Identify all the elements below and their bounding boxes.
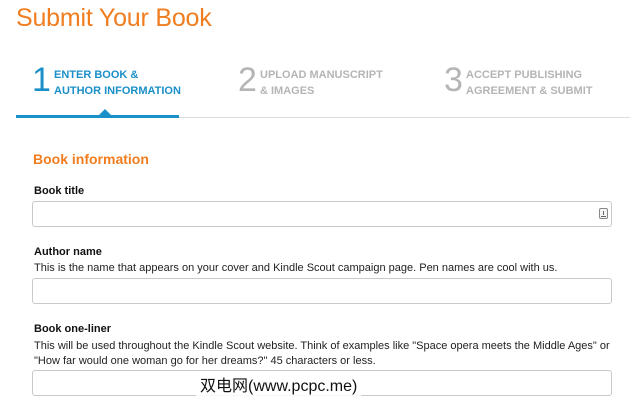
- step-label-line2: & IMAGES: [260, 85, 315, 97]
- step-number: 3: [444, 61, 463, 99]
- step-label-line1: ACCEPT PUBLISHING: [466, 69, 583, 81]
- step-number: 2: [238, 61, 257, 99]
- step-label: ENTER BOOK & AUTHOR INFORMATION: [54, 67, 181, 99]
- section-title: Book information: [33, 151, 149, 167]
- book-one-liner-label: Book one-liner: [34, 323, 112, 335]
- author-name-label: Author name: [34, 246, 102, 258]
- author-name-input[interactable]: [32, 278, 612, 304]
- step-label-line1: UPLOAD MANUSCRIPT: [260, 69, 383, 81]
- step-label-line2: AGREEMENT & SUBMIT: [466, 85, 593, 97]
- page-title: Submit Your Book: [16, 4, 212, 32]
- active-step-caret-icon: [99, 109, 111, 115]
- step-label: UPLOAD MANUSCRIPT & IMAGES: [260, 67, 383, 99]
- book-title-input[interactable]: [32, 201, 612, 227]
- book-one-liner-help-line2: "How far would one woman go for her drea…: [34, 355, 376, 367]
- step-number: 1: [32, 61, 51, 99]
- keychain-icon[interactable]: [599, 208, 608, 219]
- book-one-liner-help-line1: This will be used throughout the Kindle …: [34, 340, 610, 352]
- watermark: 双电网(www.pcpc.me): [196, 372, 362, 396]
- book-title-label: Book title: [34, 185, 85, 197]
- active-step-indicator: [16, 115, 179, 118]
- step-label-line1: ENTER BOOK &: [54, 69, 139, 81]
- step-label-line2: AUTHOR INFORMATION: [54, 85, 181, 97]
- author-name-help: This is the name that appears on your co…: [34, 262, 558, 274]
- step-label: ACCEPT PUBLISHING AGREEMENT & SUBMIT: [466, 67, 593, 99]
